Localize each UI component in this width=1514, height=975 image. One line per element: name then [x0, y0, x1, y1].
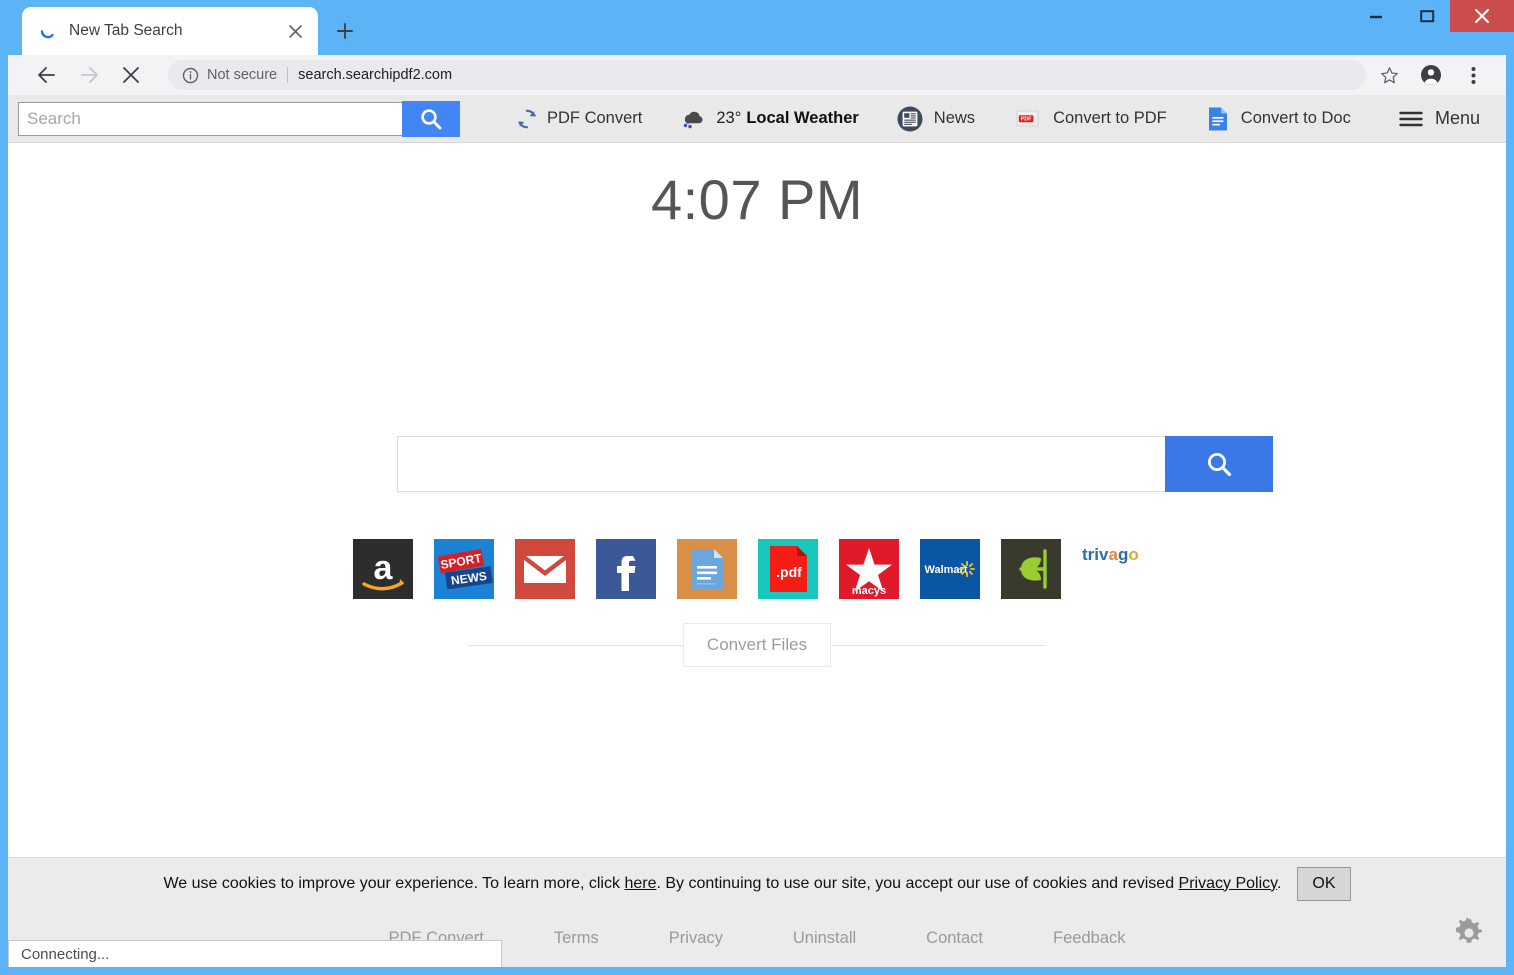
footer-link-contact[interactable]: Contact: [926, 929, 983, 948]
tile-amazon[interactable]: a: [353, 539, 413, 599]
omnibox-divider: [287, 67, 289, 83]
tile-iherb[interactable]: [1001, 539, 1061, 599]
doc-file-icon: [1207, 106, 1229, 132]
browser-window: New Tab Search Not secure search.searchi…: [0, 0, 1514, 975]
svg-text:PDF: PDF: [1021, 116, 1032, 122]
convert-files-button[interactable]: Convert Files: [682, 623, 832, 667]
pdf-file-icon: PDF: [1015, 108, 1041, 130]
ext-item-menu[interactable]: Menu: [1399, 108, 1480, 129]
tab-strip: New Tab Search: [0, 0, 1514, 55]
ext-item-label: PDF Convert: [547, 109, 643, 127]
security-status-text: Not secure: [207, 67, 278, 83]
tile-sport-news[interactable]: SPORT NEWS: [434, 539, 494, 599]
toolbar-actions: [1366, 56, 1492, 94]
tile-macys[interactable]: macys: [839, 539, 899, 599]
shortcut-tiles: a SPORT NEWS .pdf macys Walmart trivago: [353, 539, 1163, 599]
pdf-convert-refresh-icon: [516, 108, 538, 130]
ext-item-label: Convert to Doc: [1240, 109, 1351, 127]
ext-item-local-weather[interactable]: 23° Local Weather: [678, 108, 859, 130]
extension-search-input[interactable]: [18, 101, 402, 136]
ext-item-convert-to-pdf[interactable]: PDF Convert to PDF: [1015, 108, 1167, 130]
status-bar: Connecting...: [8, 940, 502, 967]
cookie-text-part3: .: [1276, 874, 1282, 892]
loading-spinner-icon: [39, 22, 57, 40]
tile-documents[interactable]: [677, 539, 737, 599]
privacy-policy-link[interactable]: Privacy Policy: [1179, 875, 1277, 892]
ext-item-label: Local Weather: [746, 109, 859, 127]
footer-link-feedback[interactable]: Feedback: [1053, 929, 1125, 948]
cookie-text-part2: . By continuing to use our site, you acc…: [656, 874, 1179, 892]
three-dot-menu-icon[interactable]: [1454, 56, 1492, 94]
gear-icon[interactable]: [1452, 916, 1486, 955]
footer-link-privacy[interactable]: Privacy: [669, 929, 723, 948]
page-viewport: PDF Convert 23° Local Weather: [8, 95, 1506, 967]
navigation-bar: Not secure search.searchipdf2.com: [8, 55, 1506, 95]
footer-link-terms[interactable]: Terms: [554, 929, 599, 948]
ext-item-label: News: [933, 109, 976, 127]
ext-item-news[interactable]: News: [897, 106, 975, 132]
clock-display: 4:07 PM: [650, 168, 864, 231]
account-avatar-icon[interactable]: [1412, 56, 1450, 94]
extension-search-group: [18, 100, 460, 137]
browser-tab[interactable]: New Tab Search: [22, 7, 318, 55]
convert-files-divider: Convert Files: [8, 623, 1506, 667]
divider-line-left: [467, 644, 683, 646]
tile-gmail[interactable]: [515, 539, 575, 599]
svg-text:trivago: trivago: [1082, 545, 1139, 564]
ext-item-convert-to-doc[interactable]: Convert to Doc: [1207, 106, 1351, 132]
back-arrow-icon[interactable]: [28, 56, 66, 94]
search-icon: [421, 108, 442, 129]
svg-text:macys: macys: [852, 585, 886, 597]
extension-toolbar: PDF Convert 23° Local Weather: [8, 95, 1506, 143]
svg-text:a: a: [374, 549, 394, 587]
main-search-group: [397, 436, 1273, 492]
divider-line-right: [831, 644, 1047, 646]
cookie-ok-button[interactable]: OK: [1297, 866, 1351, 901]
address-bar-url: search.searchipdf2.com: [298, 67, 453, 83]
cookie-banner-text: We use cookies to improve your experienc…: [163, 875, 1281, 893]
close-tab-icon[interactable]: [282, 18, 308, 44]
cookie-text-part1: We use cookies to improve your experienc…: [163, 874, 625, 892]
minimize-button[interactable]: [1348, 0, 1404, 32]
tile-facebook[interactable]: [596, 539, 656, 599]
snow-cloud-icon: [678, 108, 706, 130]
main-search-button[interactable]: [1165, 436, 1273, 492]
newspaper-icon: [897, 106, 923, 132]
footer-link-uninstall[interactable]: Uninstall: [793, 929, 856, 948]
cookie-consent-banner: We use cookies to improve your experienc…: [8, 857, 1506, 909]
hamburger-menu-icon: [1399, 110, 1423, 128]
tile-trivago[interactable]: trivago: [1082, 539, 1142, 599]
forward-arrow-icon[interactable]: [70, 56, 108, 94]
window-controls: [1348, 0, 1514, 32]
info-circle-icon[interactable]: [182, 67, 199, 84]
stop-x-icon[interactable]: [112, 56, 150, 94]
extension-search-button[interactable]: [402, 100, 460, 137]
ext-item-pdf-convert[interactable]: PDF Convert: [516, 108, 642, 130]
address-bar[interactable]: Not secure search.searchipdf2.com: [168, 60, 1366, 90]
svg-text:.pdf: .pdf: [776, 564, 802, 580]
new-tab-button[interactable]: [330, 16, 360, 46]
main-search-input[interactable]: [397, 436, 1165, 492]
ext-item-label: Menu: [1434, 108, 1480, 128]
cookie-here-link[interactable]: here: [624, 875, 656, 892]
tile-pdf[interactable]: .pdf: [758, 539, 818, 599]
ext-item-label: Convert to PDF: [1053, 109, 1167, 127]
search-icon: [1208, 453, 1232, 477]
weather-temperature: 23°: [716, 109, 742, 127]
maximize-button[interactable]: [1404, 0, 1450, 32]
star-icon[interactable]: [1370, 56, 1408, 94]
close-button[interactable]: [1450, 0, 1514, 32]
tab-title: New Tab Search: [69, 22, 183, 39]
tile-walmart[interactable]: Walmart: [920, 539, 980, 599]
